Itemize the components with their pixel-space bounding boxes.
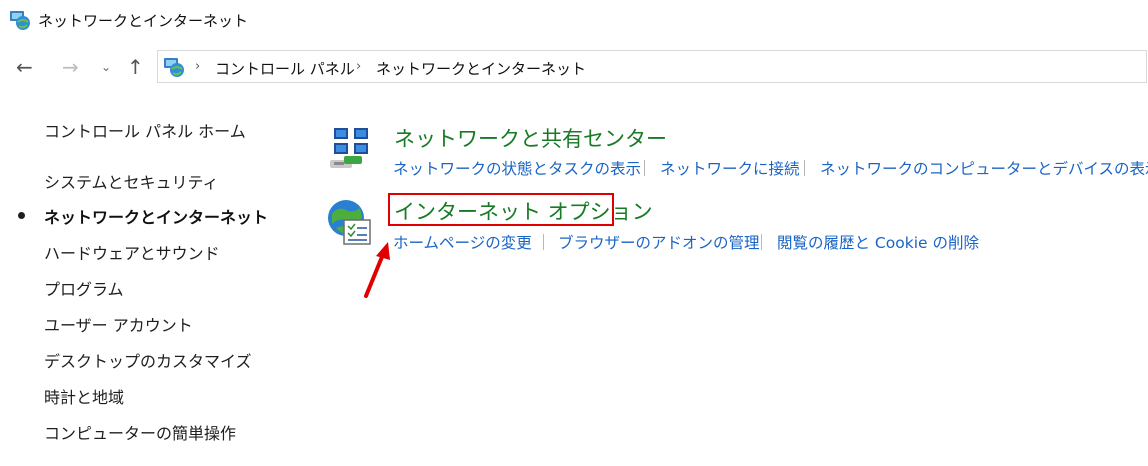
change-homepage-link[interactable]: ホームページの変更	[393, 231, 532, 253]
breadcrumb-separator: ›	[195, 59, 201, 74]
view-network-devices-link[interactable]: ネットワークのコンピューターとデバイスの表示	[820, 157, 1148, 179]
recent-locations-chevron-down-icon[interactable]: ⌄	[101, 60, 111, 74]
window-title: ネットワークとインターネット	[38, 12, 249, 30]
link-separator	[761, 234, 762, 250]
breadcrumb-separator: ›	[356, 59, 362, 74]
current-item-bullet	[18, 212, 25, 219]
breadcrumb-network-internet[interactable]: ネットワークとインターネット	[376, 58, 586, 79]
up-button[interactable]: ↑	[127, 54, 144, 80]
link-separator	[543, 234, 544, 250]
sidebar-item-system-security[interactable]: システムとセキュリティ	[44, 169, 219, 193]
sidebar-item-ease-of-access[interactable]: コンピューターの簡単操作	[44, 420, 236, 444]
sidebar-item-programs[interactable]: プログラム	[44, 276, 124, 300]
view-network-status-link[interactable]: ネットワークの状態とタスクの表示	[393, 157, 641, 179]
internet-options-title[interactable]: インターネット オプション	[394, 196, 653, 226]
sidebar-item-user-accounts[interactable]: ユーザー アカウント	[44, 312, 193, 336]
network-sharing-icon	[328, 126, 374, 172]
link-separator	[804, 160, 805, 176]
sidebar-item-clock-region[interactable]: 時計と地域	[44, 384, 124, 408]
breadcrumb-control-panel[interactable]: コントロール パネル	[215, 58, 355, 79]
network-icon	[162, 55, 186, 79]
delete-history-cookies-link[interactable]: 閲覧の履歴と Cookie の削除	[777, 231, 979, 253]
sidebar-item-control-panel-home[interactable]: コントロール パネル ホーム	[44, 118, 246, 142]
network-sharing-center-title[interactable]: ネットワークと共有センター	[394, 123, 667, 153]
title-bar: ネットワークとインターネット	[0, 0, 1148, 40]
network-icon	[8, 8, 32, 32]
forward-button[interactable]: →	[62, 54, 79, 80]
back-button[interactable]: ←	[16, 54, 33, 80]
link-separator	[644, 160, 645, 176]
connect-to-network-link[interactable]: ネットワークに接続	[660, 157, 800, 179]
sidebar-item-appearance[interactable]: デスクトップのカスタマイズ	[44, 348, 252, 372]
red-arrow-icon	[360, 238, 400, 300]
sidebar-item-network-internet: ネットワークとインターネット	[44, 208, 269, 227]
sidebar-item-hardware-sound[interactable]: ハードウェアとサウンド	[44, 240, 220, 264]
address-bar[interactable]: › コントロール パネル › ネットワークとインターネット	[157, 50, 1147, 83]
manage-addons-link[interactable]: ブラウザーのアドオンの管理	[558, 231, 760, 253]
